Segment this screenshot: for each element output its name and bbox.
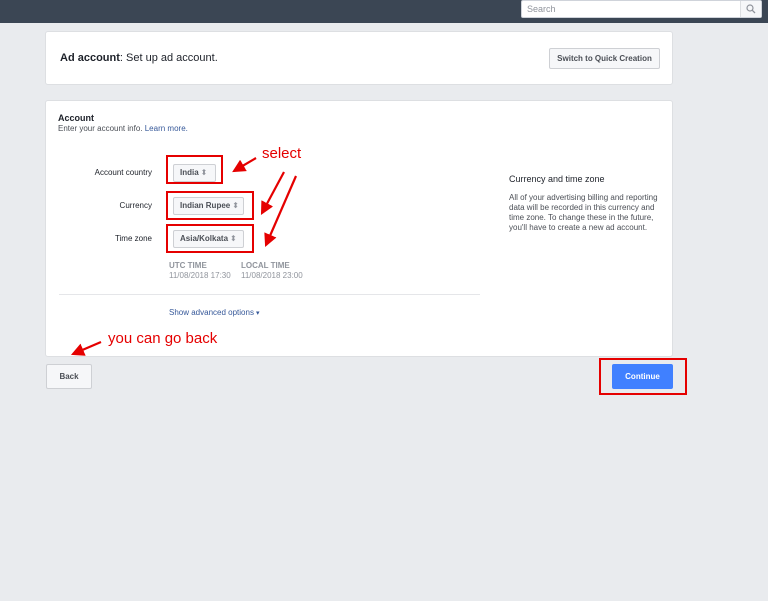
annotation-arrows — [70, 157, 298, 356]
arrow-to-back — [70, 340, 102, 356]
arrow-to-timezone — [264, 175, 298, 248]
arrow-to-country — [232, 157, 257, 173]
arrow-to-currency — [260, 171, 285, 215]
